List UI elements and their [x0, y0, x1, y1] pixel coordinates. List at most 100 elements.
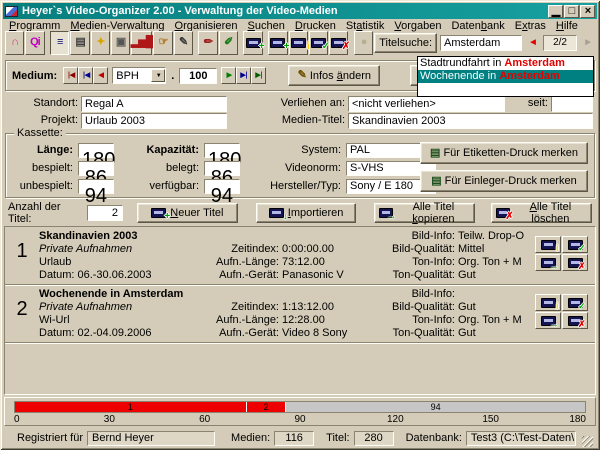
search-result-item-selected[interactable]: Wochenende in Amsterdam — [418, 70, 593, 83]
resize-grip[interactable] — [582, 436, 593, 447]
title-search-input[interactable] — [440, 35, 522, 51]
zeitindex-label: Zeitindex: — [207, 301, 279, 314]
search-counter: 2/2 — [543, 35, 577, 51]
search-prev-button[interactable]: ◀ — [525, 34, 540, 51]
projekt-field[interactable]: Urlaub 2003 — [81, 113, 227, 129]
bild-qualitaet-value: Mittel — [458, 243, 484, 256]
add-title-icon: + — [270, 38, 285, 48]
dropdown-arrow-icon[interactable]: ▼ — [151, 69, 165, 82]
titelsuche-label: Titelsuche: — [379, 37, 432, 49]
edit-icon: ✏ — [204, 37, 212, 48]
vorgaben-button[interactable]: ☞ — [153, 31, 172, 55]
medium-last-button[interactable]: ▶∣ — [251, 67, 266, 84]
row-info-button[interactable]: i — [535, 294, 561, 311]
datenbank-value: Test3 (C:\Test-Daten\HVO2-Test3\) — [466, 431, 576, 446]
datum-value: 06.-30.06.2003 — [77, 269, 151, 282]
kapazitaet-field[interactable]: 180 — [204, 143, 240, 158]
aufn-geraet-value: Panasonic V — [282, 269, 344, 282]
datum-value: 02.-04.09.2006 — [77, 327, 151, 340]
titelsuche-button[interactable]: Titelsuche: — [374, 33, 437, 53]
einleger-druck-label: Für Einleger-Druck merken — [445, 175, 577, 187]
bild-qualitaet-label: Bild-Qualität: — [375, 301, 455, 314]
alle-titel-loeschen-button[interactable]: ✗ Alle Titel löschen — [491, 203, 592, 223]
row-copy-button[interactable]: → — [535, 312, 561, 329]
maximize-button[interactable]: □ — [564, 5, 579, 18]
search-result-item[interactable]: Stadtrundfahrt in Amsterdam — [418, 57, 593, 70]
minimize-button[interactable]: ▁ — [548, 5, 563, 18]
print-button[interactable]: ▣ — [111, 31, 130, 55]
aufn-geraet-label: Aufn.-Gerät: — [207, 269, 279, 282]
row-check-button[interactable]: ✓ — [562, 294, 588, 311]
title-info-button[interactable]: i — [289, 31, 308, 55]
title-row[interactable]: 1 Skandinavien 2003 Private Aufnahmen Ur… — [5, 227, 595, 285]
ton-qualitaet-value: Gut — [458, 327, 476, 340]
ton-qualitaet-label: Ton-Qualität: — [375, 269, 455, 282]
belegt-field[interactable]: 86 — [204, 161, 240, 176]
row-copy-button[interactable]: → — [535, 254, 561, 271]
importieren-button[interactable]: ↓ Importieren — [256, 203, 357, 223]
etiketten-druck-button[interactable]: ▤ Für Etiketten-Druck merken — [420, 142, 588, 164]
title-number: 1 — [5, 230, 39, 284]
aufn-geraet-value: Video 8 Sony — [282, 327, 347, 340]
verfuegbar-field[interactable]: 94 — [204, 179, 240, 194]
extras-button[interactable]: ✎ — [174, 31, 193, 55]
medien-count-label: Medien: — [231, 432, 270, 444]
close-button[interactable]: × — [580, 5, 595, 18]
row-info-button[interactable]: i — [535, 236, 561, 253]
bespielt-field[interactable]: 86 — [78, 161, 114, 176]
statistics-button[interactable]: ▂▅█ — [131, 31, 152, 55]
seit-field[interactable] — [551, 96, 593, 112]
window-title: Heyer`s Video-Organizer 2.00 - Verwaltun… — [22, 5, 548, 17]
search-button[interactable]: ✦ — [91, 31, 110, 55]
anzahl-field: 2 — [87, 205, 123, 221]
medium-label: Medium: — [12, 70, 57, 82]
result-text: Wochenende in — [420, 70, 499, 82]
media-overview-button[interactable]: ≡ — [50, 31, 69, 55]
quick-info-button[interactable]: Qi — [25, 31, 44, 55]
medium-next-category-button[interactable]: ▶∣ — [236, 67, 251, 84]
result-text: Stadtrundfahrt in — [420, 57, 504, 69]
medium-fields: Standort: Regal A Verliehen an: <nicht v… — [0, 96, 600, 130]
add-medium-button[interactable]: + — [243, 31, 262, 55]
title-copy-icon: → — [379, 208, 392, 218]
ton-qualitaet-label: Ton-Qualität: — [375, 327, 455, 340]
row-check-button[interactable]: ✓ — [562, 236, 588, 253]
marker-button[interactable]: ✐ — [219, 31, 238, 55]
zeitindex-label: Zeitindex: — [207, 243, 279, 256]
einleger-druck-button[interactable]: ▤ Für Einleger-Druck merken — [420, 170, 588, 192]
search-next-icon: ▶ — [585, 39, 589, 46]
extras-icon: ✎ — [179, 37, 187, 48]
neuer-titel-button[interactable]: + Neuer Titel — [137, 203, 238, 223]
title-row[interactable]: 2 Wochenende in Amsterdam Private Aufnah… — [5, 285, 595, 343]
medium-prev-category-button[interactable]: ∣◀ — [78, 67, 93, 84]
infos-aendern-button[interactable]: ✎ Infos ändern — [288, 65, 380, 86]
toolbar: ∩ Qi ≡ ▤ ✦ ▣ ▂▅█ ☞ ✎ ✏ ✐ + + i ✓ ✗ ● Tit… — [3, 29, 597, 56]
exit-button[interactable]: ∩ — [5, 31, 24, 55]
medium-category-select[interactable]: BPH ▼ — [112, 67, 166, 84]
title-genre: Private Aufnahmen — [39, 301, 207, 314]
row-delete-button[interactable]: ✗ — [562, 254, 588, 271]
delete-title-icon: ✗ — [331, 38, 346, 48]
seit-label: seit: — [518, 96, 548, 111]
delete-title-button[interactable]: ✗ — [329, 31, 348, 55]
medium-next-button[interactable]: ▶ — [221, 67, 236, 84]
nav-next-cat-icon: ▶∣ — [240, 72, 247, 79]
laenge-field[interactable]: 180 — [78, 143, 114, 158]
title-check-button[interactable]: ✓ — [309, 31, 328, 55]
medium-prev-button[interactable]: ◀ — [93, 67, 108, 84]
verliehen-field[interactable]: <nicht verliehen> — [348, 96, 505, 112]
medium-first-button[interactable]: ∣◀ — [63, 67, 78, 84]
verfuegbar-label: verfügbar: — [124, 180, 204, 192]
unbespielt-field[interactable]: 94 — [78, 179, 114, 194]
row-delete-button[interactable]: ✗ — [562, 312, 588, 329]
standort-field[interactable]: Regal A — [81, 96, 227, 112]
usage-scale: 0306090120150180 — [14, 414, 586, 426]
bild-info-label: Bild-Info: — [375, 230, 455, 243]
register-button[interactable]: ▤ — [70, 31, 89, 55]
alle-titel-kopieren-button[interactable]: → Alle Titel kopieren — [374, 203, 475, 223]
search-prev-icon: ◀ — [530, 39, 534, 46]
medium-number-input[interactable] — [179, 68, 217, 84]
add-title-button[interactable]: + — [268, 31, 287, 55]
medien-titel-field[interactable]: Skandinavien 2003 — [348, 113, 593, 129]
edit-button[interactable]: ✏ — [198, 31, 217, 55]
